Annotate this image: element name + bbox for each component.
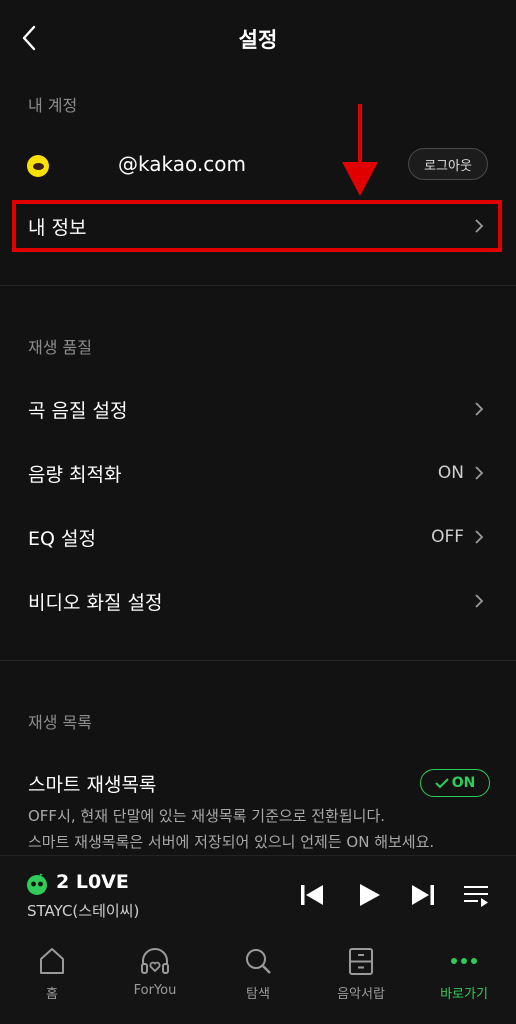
settings-row-song-quality[interactable]: 곡 음질 설정 <box>0 381 516 437</box>
settings-row-volume-normalize[interactable]: 음량 최적화 ON <box>0 445 516 501</box>
smart-playlist-desc-line1: OFF시, 현재 단말에 있는 재생목록 기준으로 전환됩니다. <box>28 807 386 825</box>
chevron-right-icon <box>475 466 484 480</box>
smart-playlist-desc-line2: 스마트 재생목록은 서버에 저장되어 있으니 언제든 ON 해보세요. <box>28 833 435 851</box>
nav-search[interactable]: 탐색 <box>213 945 303 1005</box>
chevron-right-icon <box>475 402 484 416</box>
highlight-annotation-box <box>12 200 502 252</box>
mini-player[interactable] <box>0 855 516 938</box>
nav-label: 바로가기 <box>440 987 488 1002</box>
section-label-playback-quality: 재생 품질 <box>28 338 92 357</box>
nav-home[interactable]: 홈 <box>7 945 97 1005</box>
home-icon <box>40 948 64 974</box>
header: 설정 <box>0 0 516 76</box>
kakao-icon <box>27 155 49 177</box>
row-label: EQ 설정 <box>28 527 96 550</box>
chevron-right-icon <box>475 594 484 608</box>
section-label-playlist: 재생 목록 <box>28 713 92 732</box>
smart-playlist-toggle[interactable]: ON <box>420 769 490 797</box>
row-label: 음량 최적화 <box>28 463 122 486</box>
more-dots-icon <box>451 958 477 964</box>
headphones-heart-icon <box>141 948 169 974</box>
settings-row-video-quality[interactable]: 비디오 화질 설정 <box>0 573 516 629</box>
nav-shortcuts[interactable]: 바로가기 <box>419 945 509 1005</box>
check-icon <box>434 778 449 789</box>
divider <box>0 285 516 286</box>
nav-drawer[interactable]: 음악서랍 <box>316 945 406 1005</box>
page-title: 설정 <box>238 28 278 52</box>
drawer-icon <box>349 948 373 975</box>
next-track-icon[interactable] <box>408 880 438 910</box>
logout-button[interactable]: 로그아웃 <box>408 148 488 180</box>
nav-label: ForYou <box>133 983 177 998</box>
nav-label: 홈 <box>46 987 58 1002</box>
previous-track-icon[interactable] <box>297 880 327 910</box>
account-email: @kakao.com <box>118 152 246 176</box>
playlist-queue-icon[interactable] <box>461 880 491 910</box>
arrow-down-annotation-icon <box>342 104 378 196</box>
row-value: ON <box>437 463 464 483</box>
nav-label: 음악서랍 <box>337 987 385 1002</box>
row-label: 비디오 화질 설정 <box>28 591 163 614</box>
song-title: 2 L0VE <box>56 871 129 893</box>
nav-label: 탐색 <box>246 987 270 1002</box>
settings-row-eq[interactable]: EQ 설정 OFF <box>0 509 516 565</box>
character-icon <box>27 873 47 895</box>
divider <box>0 660 516 661</box>
search-icon <box>246 949 271 974</box>
section-label-account: 내 계정 <box>28 96 78 115</box>
row-value: OFF <box>431 527 464 547</box>
play-icon[interactable] <box>354 880 384 910</box>
nav-foryou[interactable]: ForYou <box>110 945 200 1005</box>
song-artist: STAYC(스테이씨) <box>27 902 140 920</box>
row-label: 곡 음질 설정 <box>28 399 128 422</box>
toggle-label: ON <box>451 775 476 791</box>
smart-playlist-label: 스마트 재생목록 <box>28 774 157 796</box>
chevron-right-icon <box>475 530 484 544</box>
